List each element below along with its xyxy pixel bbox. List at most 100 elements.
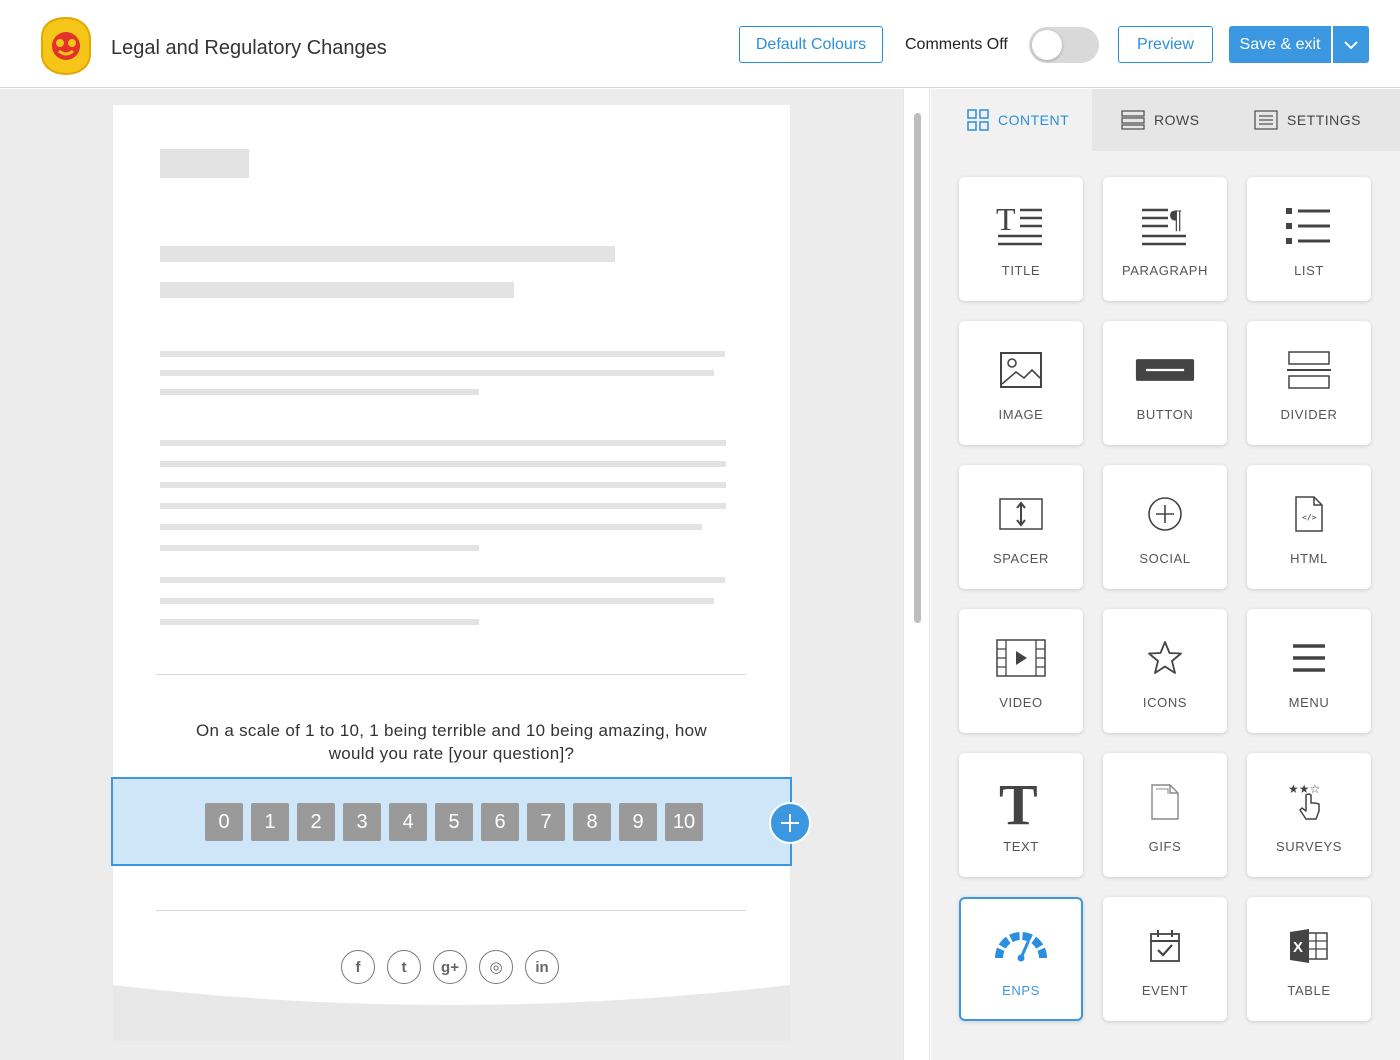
tile-gifs[interactable]: GIFS xyxy=(1103,753,1227,877)
content-panel: CONTENT ROWS SETTINGS T TITLE ¶ PARAGRAPH LI… xyxy=(931,89,1400,1060)
tile-label: BUTTON xyxy=(1136,406,1194,422)
tile-html[interactable]: </> HTML xyxy=(1247,465,1371,589)
tile-button[interactable]: BUTTON xyxy=(1103,321,1227,445)
facebook-icon[interactable]: f xyxy=(341,950,375,984)
save-options-dropdown[interactable] xyxy=(1333,26,1369,63)
star-icon xyxy=(1135,633,1195,683)
tile-video[interactable]: VIDEO xyxy=(959,609,1083,733)
spacer-icon xyxy=(991,489,1051,539)
chevron-down-icon xyxy=(1344,40,1358,49)
rating-option[interactable]: 4 xyxy=(389,803,427,841)
save-exit-button[interactable]: Save & exit xyxy=(1229,26,1331,63)
divider-icon xyxy=(1279,345,1339,395)
tile-label: LIST xyxy=(1294,262,1324,278)
tile-social[interactable]: SOCIAL xyxy=(1103,465,1227,589)
tab-settings-label: SETTINGS xyxy=(1287,112,1362,128)
svg-text:★★☆: ★★☆ xyxy=(1288,782,1320,796)
title-icon: T xyxy=(991,201,1051,251)
rating-option[interactable]: 1 xyxy=(251,803,289,841)
tile-menu[interactable]: MENU xyxy=(1247,609,1371,733)
rating-option[interactable]: 5 xyxy=(435,803,473,841)
rating-option[interactable]: 7 xyxy=(527,803,565,841)
tile-event[interactable]: EVENT xyxy=(1103,897,1227,1021)
comments-toggle[interactable] xyxy=(1029,27,1099,63)
placeholder-text-line xyxy=(160,482,726,488)
tile-label: HTML xyxy=(1290,550,1328,566)
button-icon xyxy=(1135,345,1195,395)
twitter-icon[interactable]: t xyxy=(387,950,421,984)
image-icon xyxy=(991,345,1051,395)
content-tiles-grid: T TITLE ¶ PARAGRAPH LIST IMAGE BUTTON DIVIDER SP… xyxy=(959,177,1371,1021)
tile-label: EVENT xyxy=(1141,982,1189,998)
rating-option[interactable]: 9 xyxy=(619,803,657,841)
gauge-icon xyxy=(991,921,1051,971)
settings-icon xyxy=(1254,110,1278,130)
divider xyxy=(156,674,746,675)
tile-spacer[interactable]: SPACER xyxy=(959,465,1083,589)
tile-label: TEXT xyxy=(1003,838,1039,854)
placeholder-heading xyxy=(160,246,615,262)
comments-toggle-label: Comments Off xyxy=(905,36,1008,53)
rows-icon xyxy=(1121,110,1145,130)
calendar-icon xyxy=(1135,921,1195,971)
linkedin-icon[interactable]: in xyxy=(525,950,559,984)
placeholder-text-line xyxy=(160,370,714,376)
svg-text:</>: </> xyxy=(1302,513,1317,522)
toggle-knob xyxy=(1032,30,1062,60)
rating-option[interactable]: 3 xyxy=(343,803,381,841)
instagram-icon[interactable]: ◎ xyxy=(479,950,513,984)
list-icon xyxy=(1279,201,1339,251)
enps-rating-block-selected[interactable]: 0 1 2 3 4 5 6 7 8 9 10 xyxy=(111,777,792,866)
placeholder-text-line xyxy=(160,503,726,509)
rating-option[interactable]: 8 xyxy=(573,803,611,841)
grid-icon xyxy=(967,109,989,131)
default-colours-button[interactable]: Default Colours xyxy=(739,26,883,63)
tab-rows[interactable]: ROWS xyxy=(1121,89,1200,151)
placeholder-text-line xyxy=(160,440,726,446)
excel-icon: X xyxy=(1279,921,1339,971)
tile-enps[interactable]: ENPS xyxy=(959,897,1083,1021)
paragraph-icon: ¶ xyxy=(1135,201,1195,251)
tile-paragraph[interactable]: ¶ PARAGRAPH xyxy=(1103,177,1227,301)
tile-label: DIVIDER xyxy=(1280,406,1338,422)
tile-label: TABLE xyxy=(1287,982,1331,998)
placeholder-text-line xyxy=(160,389,479,395)
preview-button[interactable]: Preview xyxy=(1118,26,1213,63)
tile-list[interactable]: LIST xyxy=(1247,177,1371,301)
tile-label: ENPS xyxy=(1002,982,1040,998)
tile-label: MENU xyxy=(1288,694,1330,710)
tile-text[interactable]: T TEXT xyxy=(959,753,1083,877)
placeholder-text-line xyxy=(160,598,714,604)
tile-table[interactable]: X TABLE xyxy=(1247,897,1371,1021)
google-plus-icon[interactable]: g+ xyxy=(433,950,467,984)
tile-image[interactable]: IMAGE xyxy=(959,321,1083,445)
video-icon xyxy=(991,633,1051,683)
menu-icon xyxy=(1279,633,1339,683)
placeholder-text-line xyxy=(160,545,479,551)
rating-scale: 0 1 2 3 4 5 6 7 8 9 10 xyxy=(205,803,703,841)
editor-canvas: On a scale of 1 to 10, 1 being terrible … xyxy=(0,89,903,1060)
placeholder-heading xyxy=(160,282,514,298)
tab-content-label: CONTENT xyxy=(998,112,1070,128)
rating-option[interactable]: 10 xyxy=(665,803,703,841)
social-links: f t g+ ◎ in xyxy=(341,950,559,984)
tile-label: SPACER xyxy=(992,550,1050,566)
tile-surveys[interactable]: ★★☆ SURVEYS xyxy=(1247,753,1371,877)
canvas-scrollbar[interactable] xyxy=(903,89,930,1060)
rating-option[interactable]: 2 xyxy=(297,803,335,841)
html-icon: </> xyxy=(1279,489,1339,539)
scrollbar-thumb[interactable] xyxy=(914,113,921,623)
question-text: On a scale of 1 to 10, 1 being terrible … xyxy=(196,721,707,763)
rating-option[interactable]: 0 xyxy=(205,803,243,841)
tile-label: TITLE xyxy=(1001,262,1041,278)
tab-content[interactable]: CONTENT xyxy=(931,89,1092,151)
tile-title[interactable]: T TITLE xyxy=(959,177,1083,301)
placeholder-logo xyxy=(160,149,249,178)
tile-divider[interactable]: DIVIDER xyxy=(1247,321,1371,445)
top-bar: Legal and Regulatory Changes Default Col… xyxy=(0,0,1400,88)
tile-icons[interactable]: ICONS xyxy=(1103,609,1227,733)
rating-option[interactable]: 6 xyxy=(481,803,519,841)
tab-settings[interactable]: SETTINGS xyxy=(1254,89,1361,151)
add-block-button[interactable] xyxy=(769,802,811,844)
placeholder-text-line xyxy=(160,461,726,467)
